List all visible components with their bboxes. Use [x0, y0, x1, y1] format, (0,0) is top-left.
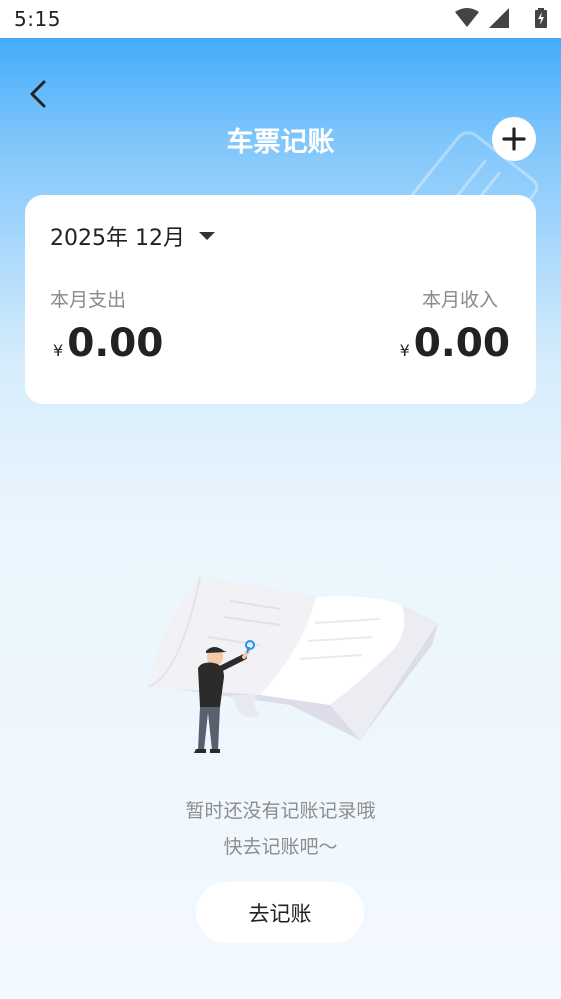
empty-book-illustration — [147, 576, 438, 753]
plus-icon — [502, 127, 526, 151]
empty-message: 暂时还没有记账记录哦 — [185, 800, 376, 822]
go-record-button[interactable]: 去记账 — [196, 882, 364, 943]
expense-amount: ¥ 0.00 — [53, 321, 163, 366]
income-amount: ¥ 0.00 — [400, 321, 510, 366]
wifi-icon — [455, 8, 479, 27]
page-title: 车票记账 — [226, 127, 335, 158]
status-bar: 5:15 — [0, 0, 561, 38]
summary-card: 2025年 12月 本月支出 本月收入 ¥ 0.00 ¥ 0.00 — [25, 195, 536, 404]
signal-icon — [489, 8, 509, 28]
add-button[interactable] — [492, 117, 536, 161]
caret-down-icon — [198, 232, 215, 240]
expense-value: 0.00 — [67, 321, 164, 366]
chevron-left-icon — [30, 80, 46, 108]
income-label: 本月收入 — [421, 289, 498, 311]
battery-icon — [535, 8, 547, 28]
month-picker[interactable]: 2025年 12月 — [50, 221, 215, 251]
currency-symbol: ¥ — [53, 341, 64, 360]
back-button[interactable] — [22, 76, 56, 112]
income-value: 0.00 — [413, 321, 510, 366]
month-label: 2025年 12月 — [50, 226, 185, 251]
expense-label: 本月支出 — [50, 289, 127, 311]
empty-hint: 快去记账吧～ — [223, 836, 338, 858]
status-time: 5:15 — [14, 7, 61, 31]
currency-symbol: ¥ — [399, 341, 410, 360]
